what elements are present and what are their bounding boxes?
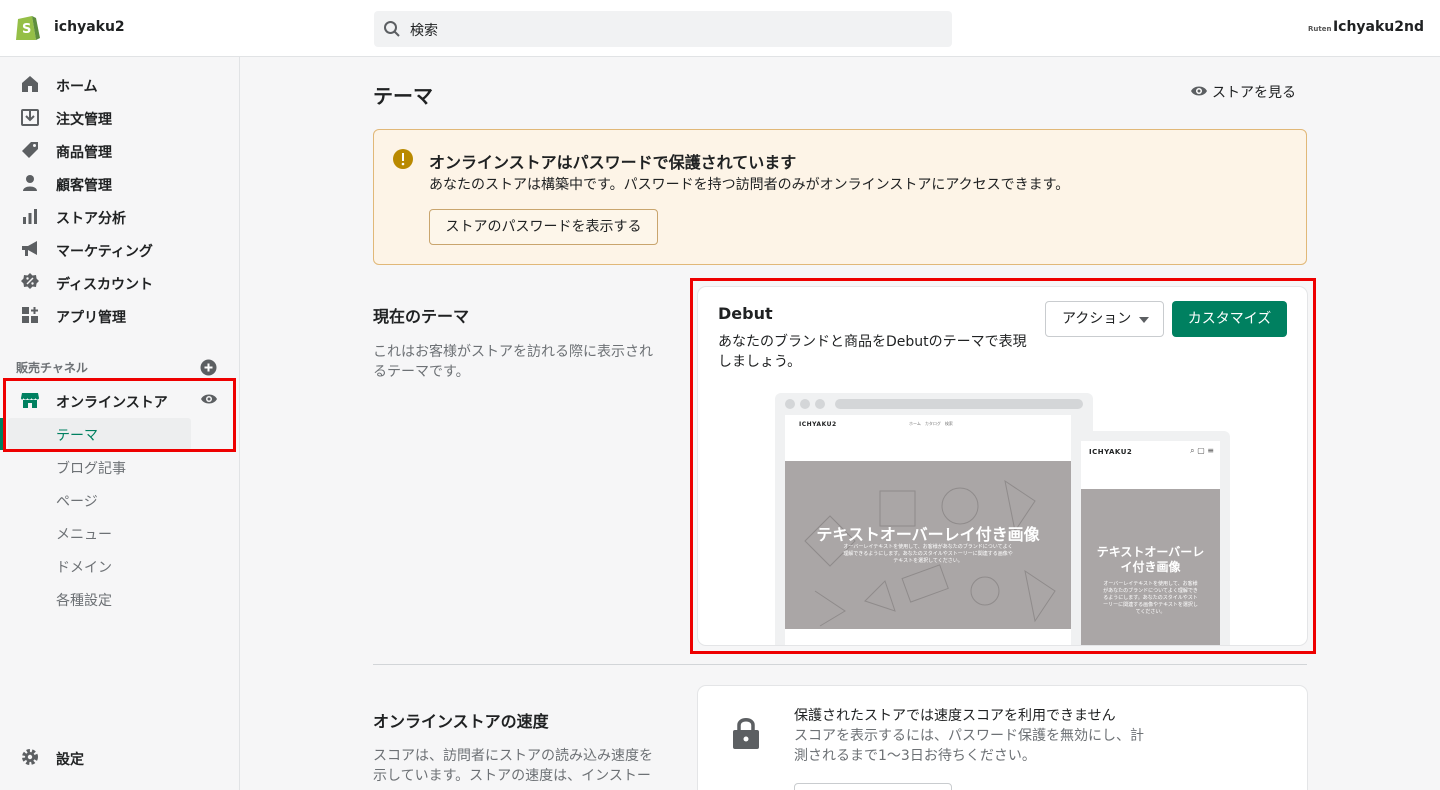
add-channel-icon[interactable] — [200, 359, 217, 376]
speed-card-title: 保護されたストアでは速度スコアを利用できません — [794, 708, 1116, 724]
speed-card-button[interactable] — [794, 783, 952, 790]
speed-card-text: スコアを表示するには、パスワード保護を無効にし、計 測されるまで1〜3日お待ちく… — [794, 726, 1154, 766]
sidebar-item-label: アプリ管理 — [56, 310, 126, 326]
password-warning-banner: オンラインストアはパスワードで保護されています あなたのストアは構築中です。パス… — [373, 129, 1307, 265]
sidebar-item-label: ホーム — [56, 79, 98, 95]
search-input[interactable]: 検索 — [374, 11, 952, 47]
sidebar: ホーム 注文管理 商品管理 顧客管理 ストア分析 マーケティング ディスカウント… — [0, 57, 240, 790]
search-icon — [384, 21, 400, 37]
analytics-icon — [23, 209, 37, 224]
sidebar-sub-menu[interactable]: メニュー — [56, 524, 112, 544]
sidebar-item-analytics[interactable]: ストア分析 — [0, 200, 239, 233]
warning-icon — [393, 149, 413, 169]
store-speed-description: スコアは、訪問者にストアの読み込み速度を 示しています。ストアの速度は、インスト… — [373, 746, 663, 786]
orders-icon — [21, 109, 39, 126]
banner-text: あなたのストアは構築中です。パスワードを持つ訪問者のみがオンラインストアにアクセ… — [429, 177, 1070, 193]
sidebar-item-label: マーケティング — [56, 244, 153, 260]
sidebar-item-home[interactable]: ホーム — [0, 68, 239, 101]
eye-icon — [1191, 86, 1207, 96]
highlight-box-online-store — [3, 378, 236, 452]
home-icon — [22, 76, 38, 92]
desc-line: スコアは、訪問者にストアの読み込み速度を — [373, 748, 653, 764]
sidebar-item-customers[interactable]: 顧客管理 — [0, 167, 239, 200]
person-icon — [23, 175, 37, 191]
sidebar-sub-blog[interactable]: ブログ記事 — [56, 458, 126, 478]
discount-icon — [21, 273, 39, 289]
text-line: スコアを表示するには、パスワード保護を無効にし、計 — [794, 728, 1144, 744]
text-line: 測されるまで1〜3日お待ちください。 — [794, 748, 1036, 764]
sidebar-item-label: 顧客管理 — [56, 178, 112, 194]
page-title: テーマ — [373, 84, 433, 108]
sidebar-item-label: 注文管理 — [56, 112, 112, 128]
sidebar-item-orders[interactable]: 注文管理 — [0, 101, 239, 134]
highlight-box-theme-card — [690, 278, 1316, 654]
gear-icon — [22, 749, 38, 765]
current-theme-description: これはお客様がストアを訪れる際に表示され るテーマです。 — [373, 342, 663, 382]
desc-line: るテーマです。 — [373, 364, 470, 380]
sidebar-item-settings[interactable]: 設定 — [0, 741, 239, 774]
current-theme-title: 現在のテーマ — [373, 307, 470, 326]
sidebar-item-label: 設定 — [56, 752, 84, 768]
sidebar-item-label: ストア分析 — [56, 211, 126, 227]
desc-line: これはお客様がストアを訪れる際に表示され — [373, 344, 653, 360]
sidebar-sub-preferences[interactable]: 各種設定 — [56, 590, 112, 610]
sidebar-item-discounts[interactable]: ディスカウント — [0, 266, 239, 299]
megaphone-icon — [22, 241, 37, 256]
lock-icon — [733, 718, 759, 749]
view-store-label: ストアを見る — [1212, 85, 1296, 101]
sidebar-item-marketing[interactable]: マーケティング — [0, 233, 239, 266]
apps-icon — [22, 307, 38, 323]
shopify-logo-icon[interactable]: S — [14, 13, 40, 43]
store-speed-title: オンラインストアの速度 — [373, 712, 549, 731]
sidebar-item-label: 商品管理 — [56, 145, 112, 161]
desc-line: 示しています。ストアの速度は、インストー — [373, 768, 651, 784]
section-divider — [373, 664, 1307, 665]
sidebar-item-label: ディスカウント — [56, 277, 154, 293]
account-name[interactable]: Ichyaku2nd — [1333, 19, 1424, 35]
speed-score-card: 保護されたストアでは速度スコアを利用できません スコアを表示するには、パスワード… — [698, 686, 1307, 790]
banner-title: オンラインストアはパスワードで保護されています — [429, 153, 797, 172]
top-bar: S ichyaku2 検索 Ruten Ichyaku2nd — [0, 0, 1440, 57]
store-name[interactable]: ichyaku2 — [54, 19, 125, 35]
sidebar-item-products[interactable]: 商品管理 — [0, 134, 239, 167]
sidebar-item-apps[interactable]: アプリ管理 — [0, 299, 239, 332]
tag-icon — [22, 142, 38, 158]
sidebar-sub-domains[interactable]: ドメイン — [56, 557, 112, 577]
svg-text:S: S — [22, 22, 31, 37]
sales-channels-title: 販売チャネル — [16, 361, 88, 375]
show-password-button[interactable]: ストアのパスワードを表示する — [429, 209, 658, 245]
search-placeholder: 検索 — [410, 23, 438, 39]
sidebar-sub-pages[interactable]: ページ — [56, 491, 98, 511]
